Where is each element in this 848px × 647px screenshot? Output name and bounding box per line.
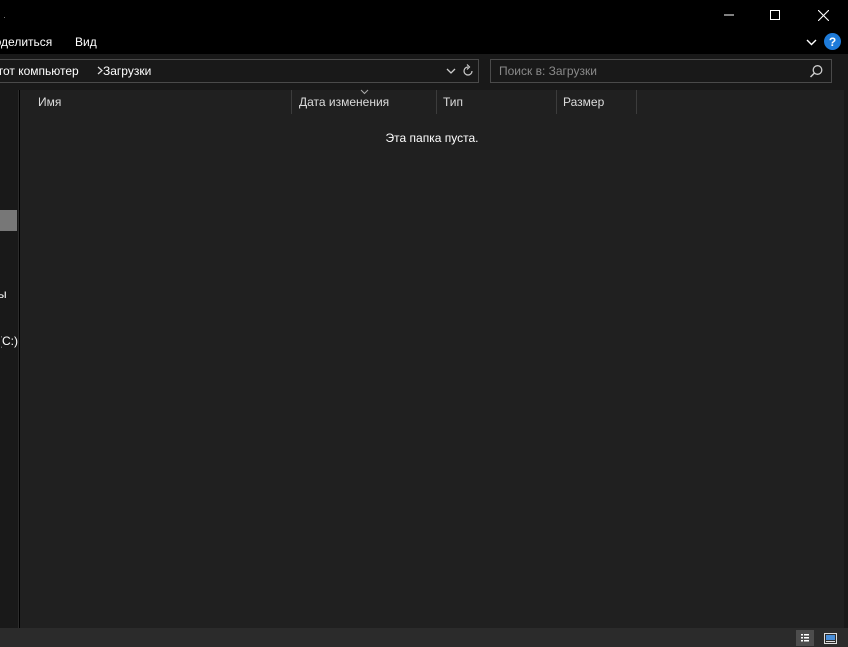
search-input[interactable] — [499, 63, 799, 79]
address-row: Этот компьютер Загрузки — [0, 54, 848, 90]
tab-share[interactable]: Поделиться — [0, 35, 52, 49]
maximize-button[interactable] — [752, 0, 798, 30]
nav-item-selected[interactable] — [0, 210, 17, 231]
column-header-date-modified[interactable]: Дата изменения — [292, 89, 437, 114]
help-button[interactable]: ? — [824, 33, 841, 50]
close-icon — [817, 9, 829, 21]
column-header-size[interactable]: Размер — [556, 90, 637, 114]
chevron-down-icon — [806, 39, 816, 45]
minimize-button[interactable] — [706, 0, 752, 30]
address-bar[interactable]: Этот компьютер Загрузки — [0, 59, 479, 83]
column-label-size: Размер — [563, 95, 605, 109]
breadcrumb-this-pc[interactable]: Этот компьютер — [0, 64, 79, 78]
column-header-name[interactable]: Имя — [32, 90, 292, 114]
close-button[interactable] — [798, 0, 848, 30]
refresh-icon[interactable] — [461, 64, 475, 78]
window-title: а — [0, 7, 5, 21]
column-header-type[interactable]: Тип — [436, 90, 557, 114]
column-label-date-modified: Дата изменения — [299, 95, 390, 109]
tab-view[interactable]: Вид — [75, 35, 97, 49]
nav-item-label[interactable]: ы — [0, 287, 7, 301]
details-view-button[interactable] — [796, 630, 814, 646]
search-icon[interactable] — [809, 64, 824, 79]
column-label-name: Имя — [38, 95, 62, 109]
ribbon: Поделиться Вид ? — [0, 30, 848, 54]
empty-folder-message: Эта папка пуста. — [385, 131, 479, 145]
large-icons-view-button[interactable] — [821, 630, 839, 646]
title-bar: а — [0, 0, 848, 30]
search-box[interactable] — [490, 59, 832, 83]
navigation-pane: ы (C:) — [0, 90, 19, 628]
status-bar — [0, 628, 848, 647]
breadcrumb-downloads[interactable]: Загрузки — [103, 64, 151, 78]
ribbon-expand-button[interactable] — [802, 33, 820, 51]
details-view-icon — [801, 634, 809, 642]
nav-item-drive-c[interactable]: (C:) — [1, 334, 18, 348]
minimize-icon — [724, 14, 734, 16]
maximize-icon — [770, 10, 780, 20]
address-dropdown-icon[interactable] — [445, 65, 457, 77]
column-divider[interactable] — [636, 90, 637, 114]
large-icons-view-icon — [823, 632, 837, 644]
file-list: Имя Дата изменения Тип Размер Эта папка … — [20, 89, 844, 628]
right-edge — [844, 90, 848, 628]
column-label-type: Тип — [443, 95, 464, 109]
